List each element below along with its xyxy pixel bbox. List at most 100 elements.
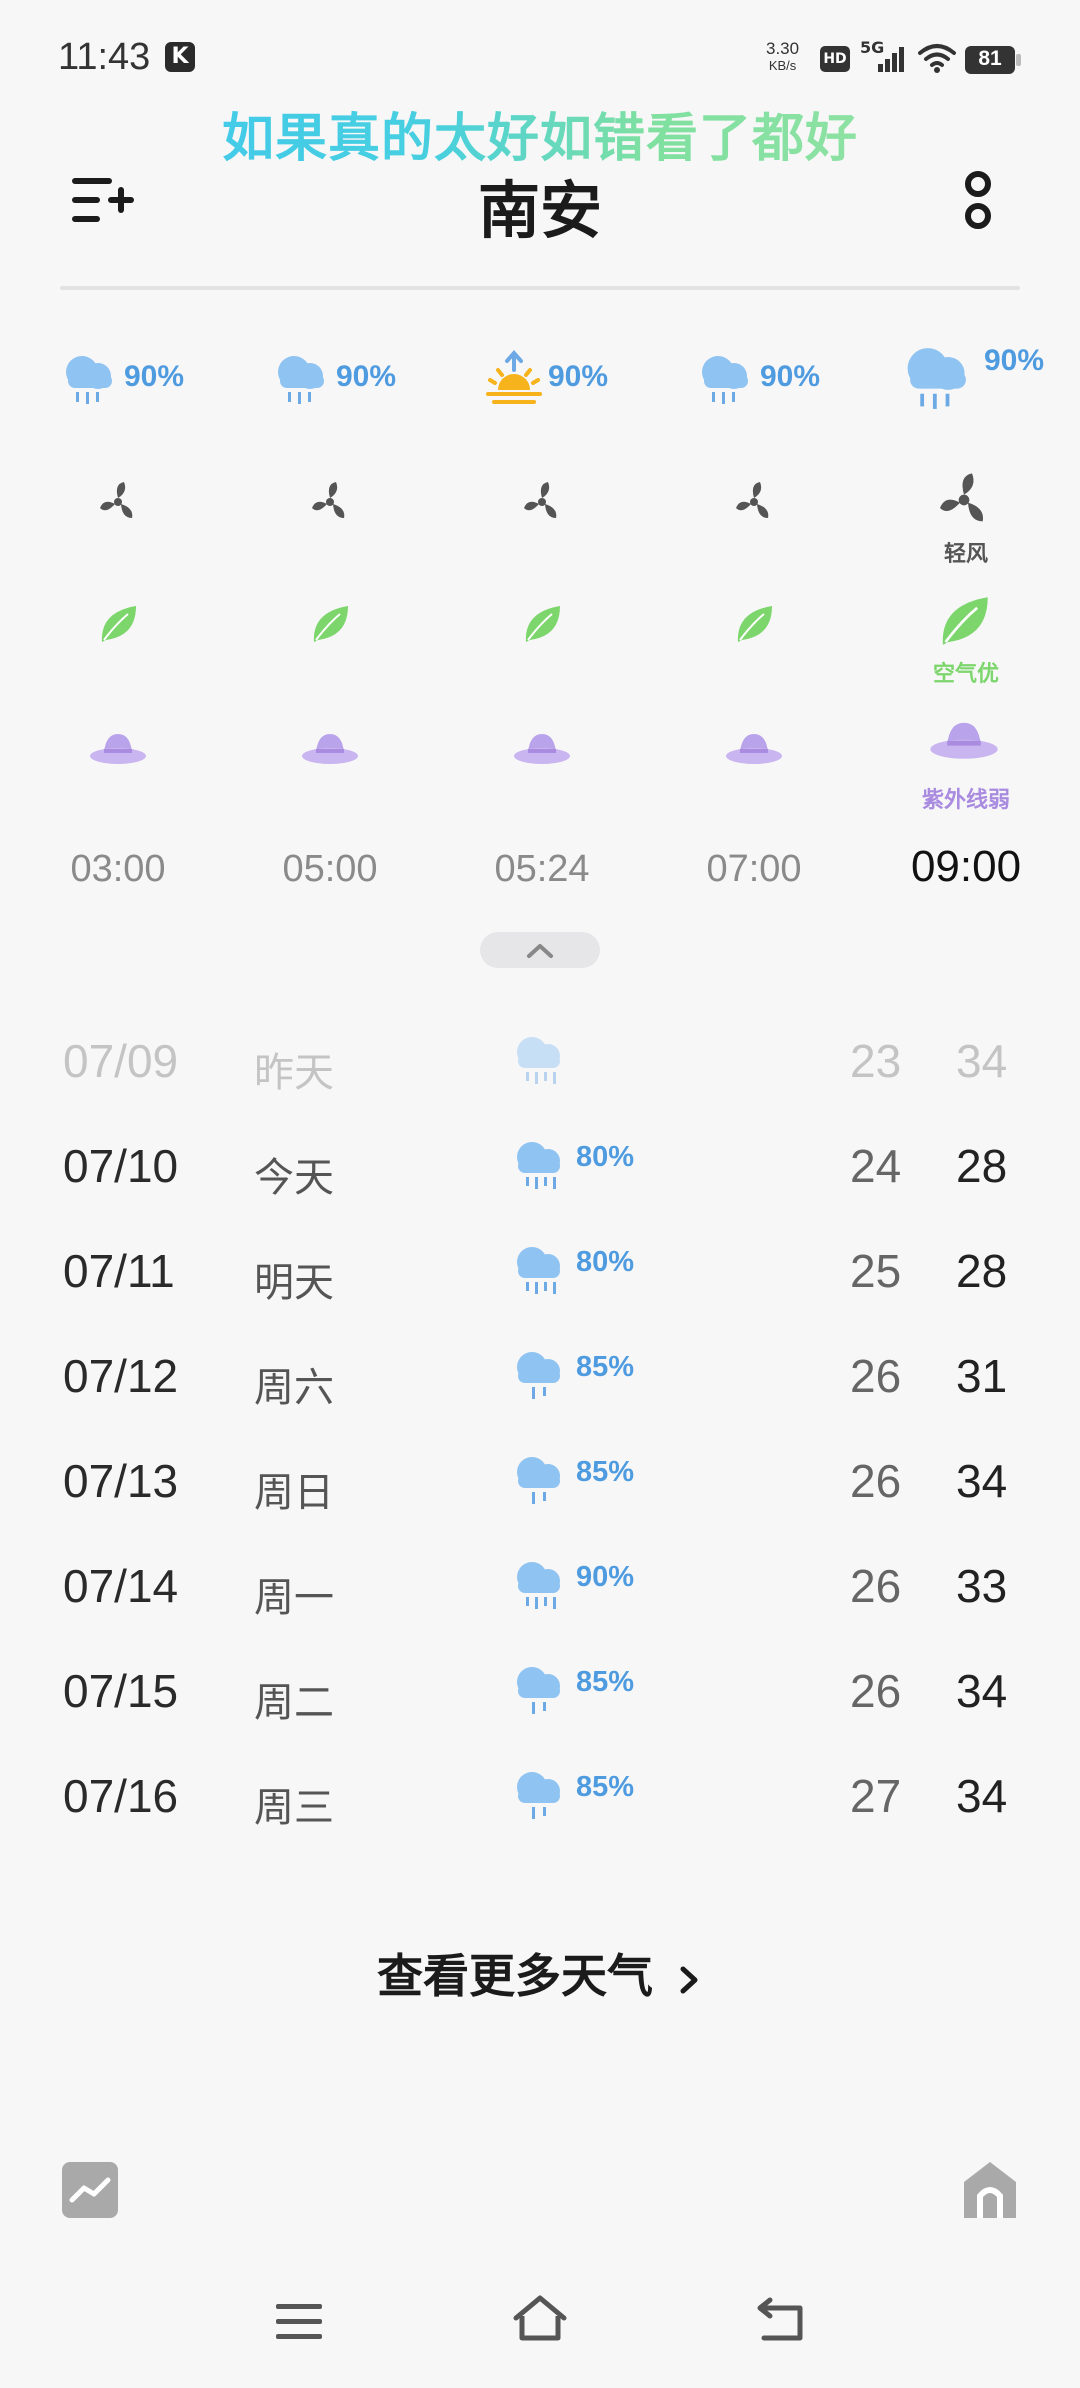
- wind-fan-icon: [524, 482, 557, 518]
- daily-weekday: 周六: [254, 1365, 334, 1411]
- rain-cloud-icon: [517, 1352, 560, 1399]
- daily-row[interactable]: 07/11 明天 80% 25 28: [0, 1232, 1080, 1312]
- nav-back-icon[interactable]: [756, 2296, 806, 2344]
- daily-weekday: 今天: [254, 1155, 334, 1201]
- daily-low: 24: [850, 1140, 902, 1192]
- chevron-right-icon: [680, 1966, 698, 1993]
- daily-row[interactable]: 07/09 昨天 23 34: [0, 1022, 1080, 1102]
- daily-row[interactable]: 07/13 周日 85% 26 34: [0, 1442, 1080, 1522]
- wind-fan-icon: [100, 482, 133, 518]
- daily-date: 07/14: [63, 1560, 179, 1612]
- rain-cloud-icon: [517, 1667, 560, 1714]
- wifi-icon: [918, 44, 956, 73]
- leaf-icon: [737, 606, 772, 642]
- hourly-item: 90% 05:24: [452, 330, 664, 890]
- daily-high: 31: [956, 1350, 1008, 1402]
- daily-high: 33: [956, 1560, 1008, 1612]
- daily-high: 34: [956, 1035, 1008, 1087]
- rain-cloud-icon: [517, 1457, 560, 1504]
- uv-hat-icon: [726, 734, 782, 764]
- leaf-icon: [101, 606, 136, 642]
- daily-low: 25: [850, 1245, 902, 1297]
- hourly-time: 05:00: [282, 848, 378, 890]
- daily-row[interactable]: 07/14 周一 90% 26 33: [0, 1547, 1080, 1627]
- leaf-icon: [525, 606, 560, 642]
- daily-date: 07/11: [63, 1245, 175, 1297]
- home-weather-icon[interactable]: [962, 2160, 1018, 2220]
- sunrise-icon: [486, 349, 542, 404]
- leaf-icon: [313, 606, 348, 642]
- precip-chance: 90%: [336, 360, 397, 393]
- chevron-up-icon: [527, 944, 553, 958]
- daily-weekday: 昨天: [254, 1050, 334, 1096]
- precip-chance: 90%: [984, 344, 1045, 377]
- daily-low: 27: [850, 1770, 902, 1822]
- more-weather-link[interactable]: 查看更多天气: [0, 1940, 1080, 2006]
- daily-weekday: 周日: [254, 1470, 334, 1516]
- wind-fan-icon: [940, 473, 984, 522]
- daily-row[interactable]: 07/12 周六 85% 26 31: [0, 1337, 1080, 1417]
- daily-precip: 80%: [576, 1246, 635, 1278]
- air-quality-label: 空气优: [932, 662, 999, 687]
- rain-cloud-icon: [517, 1247, 560, 1294]
- status-time: 11:43: [58, 36, 151, 78]
- daily-precip: 85%: [576, 1666, 635, 1698]
- uv-hat-icon: [90, 734, 146, 764]
- uv-hat-icon: [930, 722, 998, 759]
- more-options-icon[interactable]: [958, 170, 998, 232]
- daily-low: 26: [850, 1350, 902, 1402]
- battery-icon: 81: [965, 46, 1021, 74]
- daily-high: 28: [956, 1140, 1008, 1192]
- daily-precip: 85%: [576, 1351, 635, 1383]
- daily-date: 07/09: [63, 1035, 179, 1087]
- daily-date: 07/13: [63, 1455, 179, 1507]
- app-notification-icon: K: [165, 42, 195, 72]
- hourly-time: 09:00: [910, 842, 1022, 891]
- daily-weekday: 周二: [254, 1680, 334, 1726]
- daily-high: 34: [956, 1770, 1008, 1822]
- hourly-item: 90% 03:00: [28, 330, 240, 890]
- daily-high: 34: [956, 1665, 1008, 1717]
- nav-recents-icon[interactable]: [274, 2300, 324, 2344]
- precip-chance: 90%: [760, 360, 821, 393]
- uv-hat-icon: [302, 734, 358, 764]
- rain-cloud-icon: [517, 1562, 560, 1609]
- daily-row[interactable]: 07/15 周二 85% 26 34: [0, 1652, 1080, 1732]
- more-weather-label: 查看更多天气: [376, 1949, 653, 2003]
- hourly-time: 07:00: [706, 848, 802, 890]
- signal-icon: 5G: [860, 38, 908, 74]
- network-speed: 3.30 KB/s: [766, 40, 799, 74]
- daily-precip: 90%: [576, 1561, 635, 1593]
- collapse-button[interactable]: [480, 932, 600, 968]
- hourly-time: 03:00: [70, 848, 166, 890]
- daily-date: 07/10: [63, 1140, 179, 1192]
- uv-label: 紫外线弱: [921, 788, 1010, 813]
- daily-high: 28: [956, 1245, 1008, 1297]
- city-title: 南安: [477, 174, 602, 247]
- precip-chance: 90%: [124, 360, 185, 393]
- rain-cloud-icon: [907, 348, 966, 409]
- leaf-icon: [942, 597, 988, 645]
- daily-weekday: 周一: [254, 1575, 334, 1621]
- net-speed-value: 3.30: [766, 39, 800, 58]
- daily-low: 26: [850, 1560, 902, 1612]
- daily-low: 26: [850, 1455, 902, 1507]
- hourly-item: 90% 07:00: [664, 330, 876, 890]
- wind-fan-icon: [312, 482, 345, 518]
- hd-icon: HD: [820, 46, 850, 72]
- wind-label: 轻风: [943, 542, 988, 567]
- nav-home-icon[interactable]: [512, 2294, 568, 2344]
- daily-precip: 85%: [576, 1456, 635, 1488]
- trend-icon: [69, 2177, 111, 2203]
- rain-cloud-icon: [66, 356, 112, 404]
- rain-cloud-icon: [278, 356, 324, 404]
- daily-row[interactable]: 07/10 今天 80% 24 28: [0, 1127, 1080, 1207]
- hourly-time: 05:24: [494, 848, 590, 890]
- rain-cloud-icon: [517, 1037, 560, 1084]
- uv-hat-icon: [514, 734, 570, 764]
- daily-low: 23: [850, 1035, 902, 1087]
- daily-row[interactable]: 07/16 周三 85% 27 34: [0, 1757, 1080, 1837]
- rain-cloud-icon: [702, 356, 748, 404]
- daily-date: 07/16: [63, 1770, 179, 1822]
- trend-chart-button[interactable]: [62, 2162, 118, 2218]
